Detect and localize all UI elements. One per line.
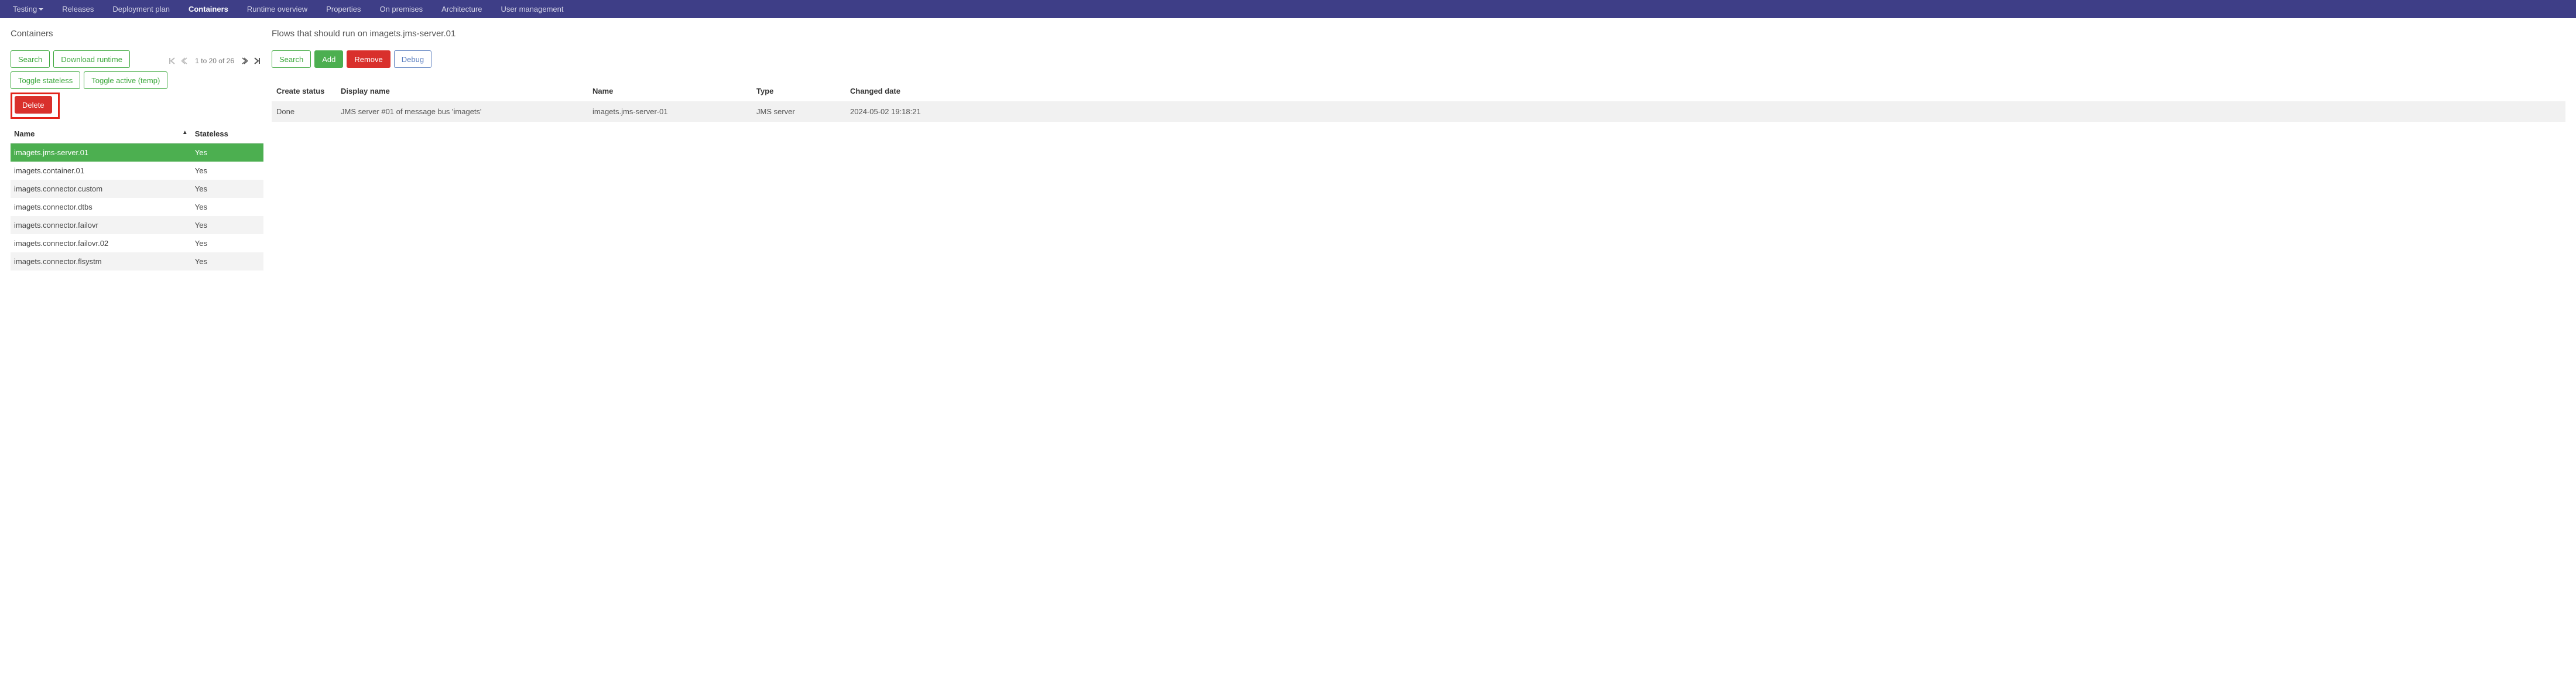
flows-title: Flows that should run on imagets.jms-ser… — [272, 29, 2565, 39]
cell-name: imagets.container.01 — [11, 162, 191, 180]
table-row[interactable]: DoneJMS server #01 of message bus 'image… — [272, 101, 2565, 122]
download-runtime-button[interactable]: Download runtime — [53, 50, 130, 68]
nav-testing-label: Testing — [13, 0, 37, 18]
sort-asc-icon: ▲ — [182, 129, 188, 136]
cell-stateless: Yes — [191, 143, 263, 162]
cell-create-status: Done — [272, 101, 336, 122]
containers-table: Name ▲ Stateless imagets.jms-server.01Ye… — [11, 125, 263, 271]
cell-flow-name: imagets.jms-server-01 — [588, 101, 752, 122]
nav-user-management[interactable]: User management — [492, 0, 573, 18]
containers-search-button[interactable]: Search — [11, 50, 50, 68]
containers-paginator: 1 to 20 of 26 — [166, 56, 263, 66]
nav-runtime-overview[interactable]: Runtime overview — [238, 0, 317, 18]
col-stateless[interactable]: Stateless — [191, 125, 263, 143]
cell-name: imagets.jms-server.01 — [11, 143, 191, 162]
table-row[interactable]: imagets.container.01Yes — [11, 162, 263, 180]
cell-name: imagets.connector.custom — [11, 180, 191, 198]
table-row[interactable]: imagets.connector.customYes — [11, 180, 263, 198]
nav-on-premises[interactable]: On premises — [370, 0, 432, 18]
table-row[interactable]: imagets.jms-server.01Yes — [11, 143, 263, 162]
table-row[interactable]: imagets.connector.dtbsYes — [11, 198, 263, 216]
cell-stateless: Yes — [191, 234, 263, 252]
containers-title: Containers — [11, 29, 263, 39]
flows-add-button[interactable]: Add — [314, 50, 343, 68]
nav-deployment-plan[interactable]: Deployment plan — [103, 0, 179, 18]
col-flow-type[interactable]: Type — [752, 81, 845, 101]
nav-architecture[interactable]: Architecture — [432, 0, 491, 18]
flows-search-button[interactable]: Search — [272, 50, 311, 68]
cell-name: imagets.connector.flsystm — [11, 252, 191, 271]
flows-debug-button[interactable]: Debug — [394, 50, 431, 68]
caret-down-icon — [39, 7, 43, 12]
cell-changed-date: 2024-05-02 19:18:21 — [845, 101, 2565, 122]
paginator-text: 1 to 20 of 26 — [195, 57, 234, 65]
cell-name: imagets.connector.failovr — [11, 216, 191, 234]
page-first-icon[interactable] — [167, 56, 177, 66]
delete-button[interactable]: Delete — [15, 96, 52, 114]
table-row[interactable]: imagets.connector.failovr.02Yes — [11, 234, 263, 252]
flows-table: Create status Display name Name Type Cha… — [272, 81, 2565, 122]
toggle-active-button[interactable]: Toggle active (temp) — [84, 71, 167, 89]
main-navbar: Testing Releases Deployment plan Contain… — [0, 0, 2576, 18]
cell-stateless: Yes — [191, 198, 263, 216]
cell-name: imagets.connector.dtbs — [11, 198, 191, 216]
cell-stateless: Yes — [191, 252, 263, 271]
nav-releases[interactable]: Releases — [53, 0, 103, 18]
toggle-stateless-button[interactable]: Toggle stateless — [11, 71, 80, 89]
col-changed-date[interactable]: Changed date — [845, 81, 2565, 101]
cell-display-name: JMS server #01 of message bus 'imagets' — [336, 101, 588, 122]
col-create-status[interactable]: Create status — [272, 81, 336, 101]
table-row[interactable]: imagets.connector.flsystmYes — [11, 252, 263, 271]
col-display-name[interactable]: Display name — [336, 81, 588, 101]
nav-properties[interactable]: Properties — [317, 0, 370, 18]
col-flow-name[interactable]: Name — [588, 81, 752, 101]
cell-stateless: Yes — [191, 216, 263, 234]
cell-name: imagets.connector.failovr.02 — [11, 234, 191, 252]
page-last-icon[interactable] — [252, 56, 262, 66]
cell-flow-type: JMS server — [752, 101, 845, 122]
nav-containers[interactable]: Containers — [179, 0, 238, 18]
nav-testing[interactable]: Testing — [4, 0, 53, 18]
flows-panel: Flows that should run on imagets.jms-ser… — [272, 29, 2565, 122]
page-prev-icon[interactable] — [180, 56, 190, 66]
cell-stateless: Yes — [191, 162, 263, 180]
col-name[interactable]: Name ▲ — [11, 125, 191, 143]
table-row[interactable]: imagets.connector.failovrYes — [11, 216, 263, 234]
flows-remove-button[interactable]: Remove — [347, 50, 390, 68]
page-next-icon[interactable] — [239, 56, 249, 66]
containers-panel: Containers Search Download runtime 1 to … — [11, 29, 263, 271]
cell-stateless: Yes — [191, 180, 263, 198]
delete-button-highlight: Delete — [11, 93, 60, 119]
